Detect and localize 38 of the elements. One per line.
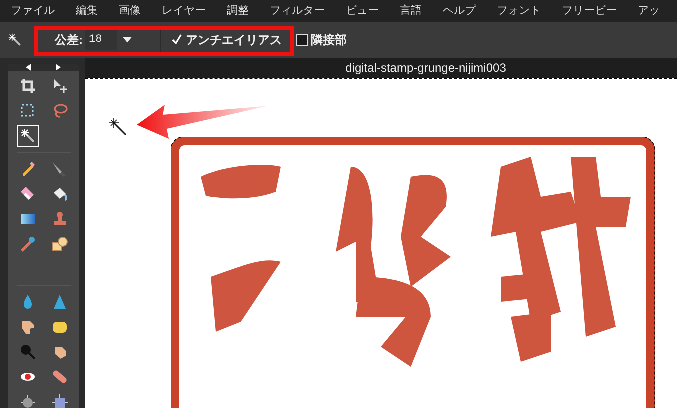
menu-item[interactable]: フィルター [270, 2, 325, 20]
antialias-label: アンチエイリアス [186, 32, 282, 49]
left-arrow-icon[interactable] [26, 64, 31, 71]
sponge-icon [52, 319, 68, 335]
crop-icon [20, 78, 36, 94]
gradient-icon [20, 211, 36, 227]
menu-item[interactable]: ヘルプ [443, 2, 476, 20]
eraser-icon [20, 186, 36, 202]
menu-item[interactable]: ビュー [346, 2, 379, 20]
paint-bucket-icon [52, 186, 68, 202]
contiguous-label: 隣接部 [311, 32, 347, 49]
right-arrow-icon[interactable] [56, 64, 61, 71]
menu-item[interactable]: アッ [638, 2, 660, 20]
menu-item[interactable]: 調整 [227, 2, 249, 20]
stamp-icon [52, 211, 68, 227]
move-arrow-icon [52, 78, 68, 94]
color-brush-icon [20, 236, 36, 252]
menu-item[interactable]: 編集 [76, 2, 98, 20]
tolerance-label: 公差: [55, 32, 83, 49]
cone-icon [52, 294, 68, 310]
checkbox[interactable] [296, 34, 308, 46]
tool-button[interactable] [16, 125, 38, 147]
magic-wand-icon [20, 128, 36, 144]
magic-wand-icon [8, 33, 22, 47]
menu-item[interactable]: 言語 [400, 2, 422, 20]
menu-item[interactable]: 画像 [119, 2, 141, 20]
menu-item[interactable]: フォント [497, 2, 541, 20]
menu-item[interactable]: フリービー [562, 2, 617, 20]
tolerance-field[interactable]: 18 [85, 30, 117, 50]
magic-wand-cursor-icon [108, 117, 128, 137]
caret-icon[interactable] [123, 37, 132, 43]
magnifier-icon [20, 344, 36, 360]
menu-item[interactable]: ファイル [11, 2, 55, 20]
marquee-icon [20, 103, 36, 119]
menu-item[interactable]: レイヤー [162, 2, 206, 20]
lasso-icon [52, 103, 68, 119]
shapes-icon [52, 236, 68, 252]
document-title: digital-stamp-grunge-nijimi003 [346, 60, 506, 77]
